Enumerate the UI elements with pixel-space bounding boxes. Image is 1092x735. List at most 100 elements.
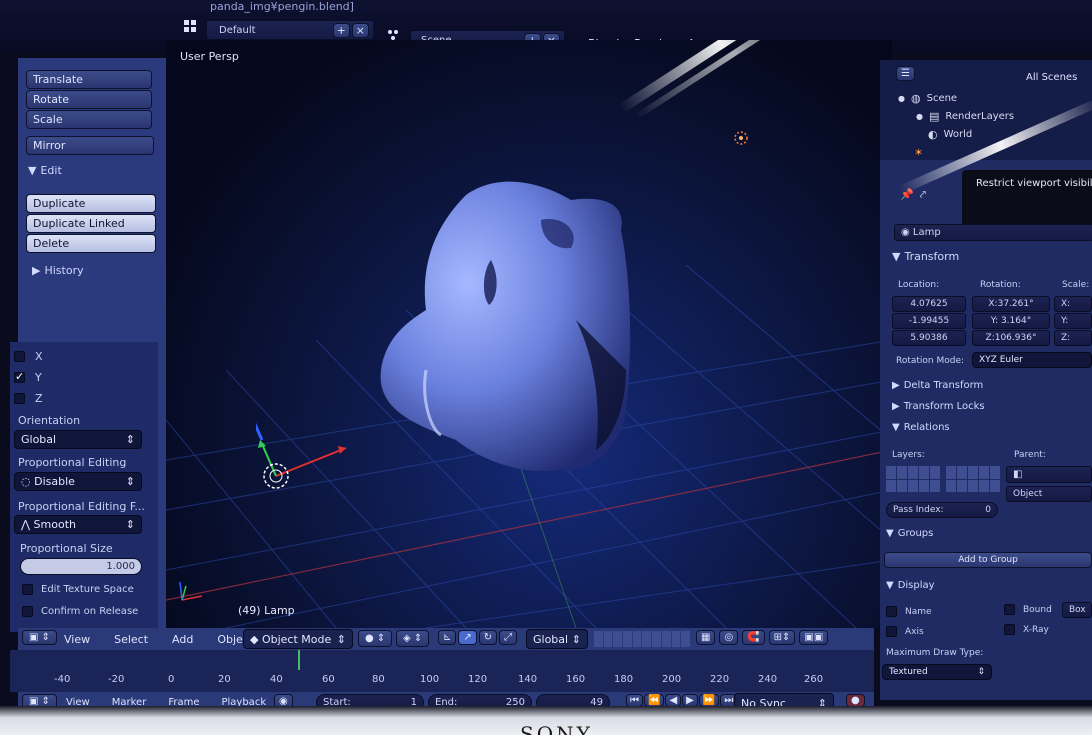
scale-label: Scale:: [1062, 280, 1090, 290]
penguin-mesh[interactable]: [371, 170, 641, 480]
rotate-manipulator-icon[interactable]: ↻: [478, 630, 498, 645]
translate-manipulator-icon[interactable]: ↗: [458, 630, 477, 645]
display-header[interactable]: ▼ Display: [886, 580, 935, 591]
transform-tools: Translate Rotate Scale: [26, 70, 152, 129]
outliner-item[interactable]: ● ▤ RenderLayers: [916, 110, 1014, 123]
select-menu[interactable]: Select: [114, 633, 148, 646]
edit-texture-space-toggle[interactable]: Edit Texture Space: [22, 584, 134, 595]
rotation-z-field[interactable]: Z:106.936°: [972, 330, 1050, 346]
location-z-field[interactable]: 5.90386: [892, 330, 966, 346]
proportional-edit-icon[interactable]: ◎: [719, 630, 739, 645]
3d-viewport[interactable]: User Persp (49) Lamp: [166, 40, 892, 628]
scale-x-field[interactable]: X:: [1054, 296, 1092, 312]
chevron-updown-icon: ⇕: [977, 667, 985, 677]
proportional-falloff-dropdown[interactable]: ⋀ Smooth ⇕: [14, 515, 142, 534]
transform-locks-header[interactable]: ▶ Transform Locks: [892, 401, 985, 412]
current-frame-marker[interactable]: [298, 650, 300, 670]
proportional-editing-dropdown[interactable]: ◌ Disable ⇕: [14, 472, 142, 491]
display-xray-toggle[interactable]: X-Ray: [1004, 624, 1049, 635]
edit-texture-space-checkbox[interactable]: [22, 584, 33, 595]
rotation-y-field[interactable]: Y: 3.164°: [972, 313, 1050, 329]
display-name-toggle[interactable]: Name: [886, 606, 932, 617]
orientation-dropdown[interactable]: Global ⇕: [14, 430, 142, 449]
groups-header[interactable]: ▼ Groups: [886, 528, 933, 539]
relations-header[interactable]: ▼ Relations: [892, 422, 950, 433]
parent-field[interactable]: ◧: [1006, 466, 1092, 483]
snap-element-icon[interactable]: ⊞⇕: [768, 630, 796, 645]
snap-icon[interactable]: 🧲: [742, 630, 765, 645]
pass-index-field[interactable]: Pass Index: 0: [886, 502, 998, 518]
view-menu[interactable]: View: [64, 633, 90, 646]
layers-grid-b[interactable]: [946, 466, 1000, 492]
context-icon[interactable]: ⤤: [920, 188, 926, 202]
rotation-x-field[interactable]: X:37.261°: [972, 296, 1050, 312]
axis-z-toggle[interactable]: Z: [14, 392, 43, 405]
axis-x-toggle[interactable]: X: [14, 350, 43, 363]
tick-label: 20: [218, 674, 231, 685]
mode-dropdown[interactable]: ◆ Object Mode ⇕: [243, 629, 353, 649]
delta-transform-header[interactable]: ▶ Delta Transform: [892, 380, 983, 391]
lamp-icon[interactable]: [731, 128, 751, 148]
rotate-button[interactable]: Rotate: [26, 90, 152, 109]
axis-z-checkbox[interactable]: [14, 393, 25, 404]
history-panel-header[interactable]: ▶ History: [32, 264, 84, 277]
mirror-button[interactable]: Mirror: [26, 136, 154, 155]
outliner-item[interactable]: ● ◍ Scene: [898, 92, 957, 105]
add-menu[interactable]: Add: [172, 633, 193, 646]
scale-z-field[interactable]: Z:: [1054, 330, 1092, 346]
timeline[interactable]: -40 -20 0 20 40 60 80 100 120 140 160 18…: [10, 650, 874, 692]
object-name-field[interactable]: ◉ Lamp: [894, 224, 1092, 241]
axis-y-checkbox[interactable]: [14, 372, 25, 383]
display-axis-checkbox[interactable]: [886, 626, 897, 637]
translate-button[interactable]: Translate: [26, 70, 152, 89]
screen-layout-selector[interactable]: Default + ×: [206, 20, 374, 40]
duplicate-button[interactable]: Duplicate: [26, 194, 156, 213]
axis-y-toggle[interactable]: Y: [14, 371, 43, 384]
display-bound-checkbox[interactable]: [1004, 604, 1015, 615]
transform-gizmo[interactable]: [252, 410, 356, 500]
transform-orientation-dropdown[interactable]: Global ⇕: [526, 629, 588, 649]
scale-manipulator-icon[interactable]: ⤢: [499, 630, 518, 645]
bound-type-value: Box: [1069, 605, 1086, 615]
proportional-size-field[interactable]: 1.000: [20, 558, 142, 575]
manipulator-toggle-icon[interactable]: ⊾: [438, 630, 457, 645]
axis-x-label: X: [35, 350, 43, 363]
scale-y-field[interactable]: Y:: [1054, 313, 1092, 329]
scale-button[interactable]: Scale: [26, 110, 152, 129]
shading-button[interactable]: ● ⇕: [358, 630, 393, 647]
display-xray-checkbox[interactable]: [1004, 624, 1015, 635]
add-to-group-button[interactable]: Add to Group: [884, 552, 1092, 568]
screen-layout-icon[interactable]: [183, 19, 197, 33]
parent-type-dropdown[interactable]: Object: [1006, 486, 1092, 502]
bound-type-dropdown[interactable]: Box: [1062, 602, 1092, 618]
display-name-checkbox[interactable]: [886, 606, 897, 617]
editor-type-button[interactable]: ▣ ⇕: [22, 630, 58, 645]
operator-panel: X Y Z Orientation Global ⇕ Proportional …: [10, 342, 158, 632]
lock-layers-icon[interactable]: ▦: [696, 630, 716, 645]
layers-grid-a[interactable]: [886, 466, 940, 492]
properties-editor: ☰ All Scenes ● ◍ Scene ● ▤ RenderLayers …: [880, 60, 1092, 700]
outliner-filter[interactable]: All Scenes: [1026, 72, 1077, 83]
render-preview-icon[interactable]: ▣▣: [799, 630, 829, 645]
outliner-editor-icon[interactable]: ☰: [896, 66, 915, 81]
confirm-release-checkbox[interactable]: [22, 606, 33, 617]
location-fields: 4.07625 -1.99455 5.90386: [892, 296, 966, 346]
location-x-field[interactable]: 4.07625: [892, 296, 966, 312]
layer-buttons[interactable]: [594, 631, 690, 647]
rotation-mode-dropdown[interactable]: XYZ Euler: [972, 352, 1092, 368]
duplicate-linked-button[interactable]: Duplicate Linked: [26, 214, 156, 233]
location-y-field[interactable]: -1.99455: [892, 313, 966, 329]
add-screen-button[interactable]: +: [332, 22, 350, 38]
axis-x-checkbox[interactable]: [14, 351, 25, 362]
edit-panel-header[interactable]: ▼ Edit: [28, 164, 154, 177]
confirm-release-toggle[interactable]: Confirm on Release: [22, 606, 138, 617]
delete-button[interactable]: Delete: [26, 234, 156, 253]
outliner-item[interactable]: ◐ World: [928, 128, 972, 141]
display-bound-toggle[interactable]: Bound: [1004, 604, 1052, 615]
pivot-button[interactable]: ◈ ⇕: [396, 630, 430, 647]
transform-panel-header[interactable]: ▼ Transform: [892, 250, 959, 263]
max-draw-type-dropdown[interactable]: Textured ⇕: [882, 664, 992, 680]
remove-screen-button[interactable]: ×: [351, 22, 369, 38]
display-axis-toggle[interactable]: Axis: [886, 626, 924, 637]
chevron-updown-icon: ⇕: [571, 632, 581, 646]
